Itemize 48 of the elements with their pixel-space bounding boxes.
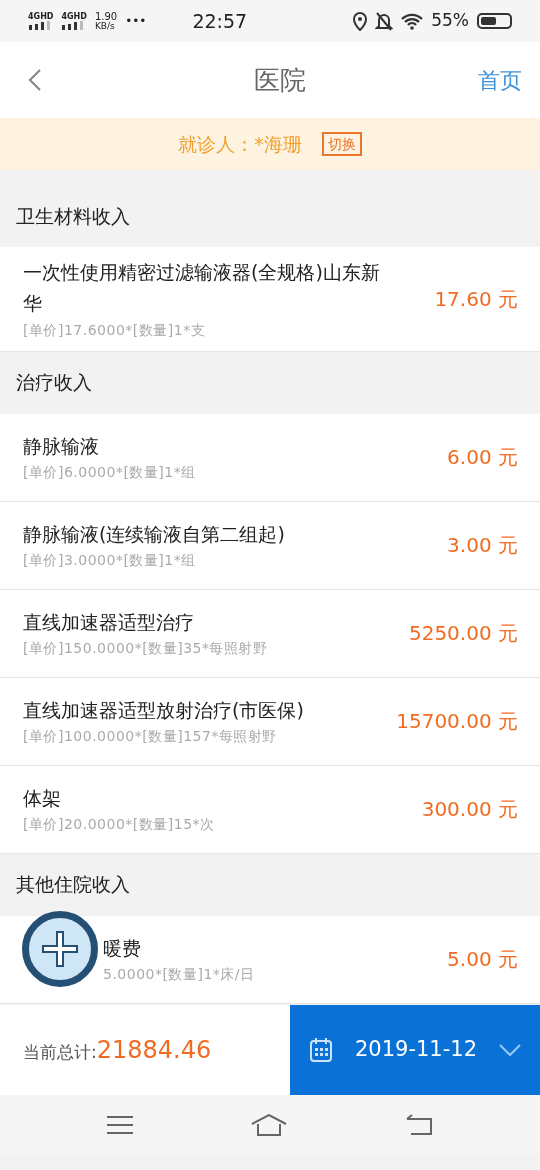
- date-picker[interactable]: 2019-11-12: [290, 1004, 540, 1095]
- fee-item-detail: [单价]150.0000*[数量]35*每照射野: [23, 639, 268, 659]
- patient-label: 就诊人：*海珊: [178, 131, 302, 157]
- fee-item-detail: [单价]17.6000*[数量]1*支: [23, 320, 207, 340]
- fee-amount: 3.00 元: [447, 532, 518, 560]
- fee-item-detail: 5.0000*[数量]1*床/日: [103, 965, 255, 985]
- location-icon: [353, 11, 368, 31]
- chevron-down-icon: [499, 1043, 521, 1056]
- total-amount: 21884.46: [96, 1034, 212, 1066]
- speed-text: 1.90: [94, 11, 118, 22]
- battery-text: 55%: [431, 9, 469, 33]
- muted-bell-icon: [375, 11, 394, 31]
- fee-amount: 300.00 元: [421, 796, 518, 824]
- fee-item-detail: [单价]6.0000*[数量]1*组: [23, 463, 196, 483]
- fee-item-name: 一次性使用精密过滤输液器(全规格)山东新华: [23, 260, 381, 317]
- page-title: 医院: [254, 63, 306, 97]
- fee-amount: 5250.00 元: [408, 620, 518, 648]
- fee-item-name: 静脉输液: [23, 434, 100, 459]
- calendar-icon: [308, 1036, 333, 1063]
- total-label: 当前总计:: [22, 1040, 97, 1064]
- signal-icon: [28, 20, 52, 30]
- more-icon: •••: [125, 12, 147, 30]
- fee-item-detail: [单价]3.0000*[数量]1*组: [23, 551, 197, 571]
- fee-amount: 15700.00 元: [396, 708, 518, 736]
- fee-item-name: 直线加速器适型治疗: [23, 610, 195, 635]
- menu-icon[interactable]: [107, 1114, 133, 1135]
- fee-item-name: 直线加速器适型放射治疗(市医保): [23, 698, 304, 723]
- speed-unit: KB/s: [94, 21, 116, 31]
- fee-item-name: 静脉输液(连续输液自第二组起): [23, 522, 285, 547]
- plus-icon: [40, 929, 80, 969]
- home-link[interactable]: 首页: [478, 63, 522, 97]
- wifi-icon: [401, 12, 424, 30]
- fee-amount: 6.00 元: [447, 444, 518, 472]
- network-label: 4GHD: [61, 12, 87, 21]
- clock: 22:57: [191, 8, 249, 34]
- fee-item-detail: [单价]20.0000*[数量]15*次: [23, 815, 215, 835]
- battery-icon: [477, 13, 512, 29]
- fee-item-name: 体架: [23, 786, 62, 811]
- signal-icon: [61, 20, 86, 30]
- fee-amount: 5.00 元: [447, 946, 518, 974]
- switch-button[interactable]: 切换: [321, 131, 362, 157]
- network-label: 4GHD: [28, 12, 54, 21]
- home-icon[interactable]: [251, 1113, 287, 1136]
- back-button[interactable]: [28, 67, 42, 93]
- fee-amount: 17.60 元: [434, 285, 518, 313]
- back-icon[interactable]: [405, 1113, 433, 1136]
- fee-item-detail: [单价]100.0000*[数量]157*每照射野: [23, 727, 278, 747]
- fee-item-name: 暖费: [103, 936, 142, 961]
